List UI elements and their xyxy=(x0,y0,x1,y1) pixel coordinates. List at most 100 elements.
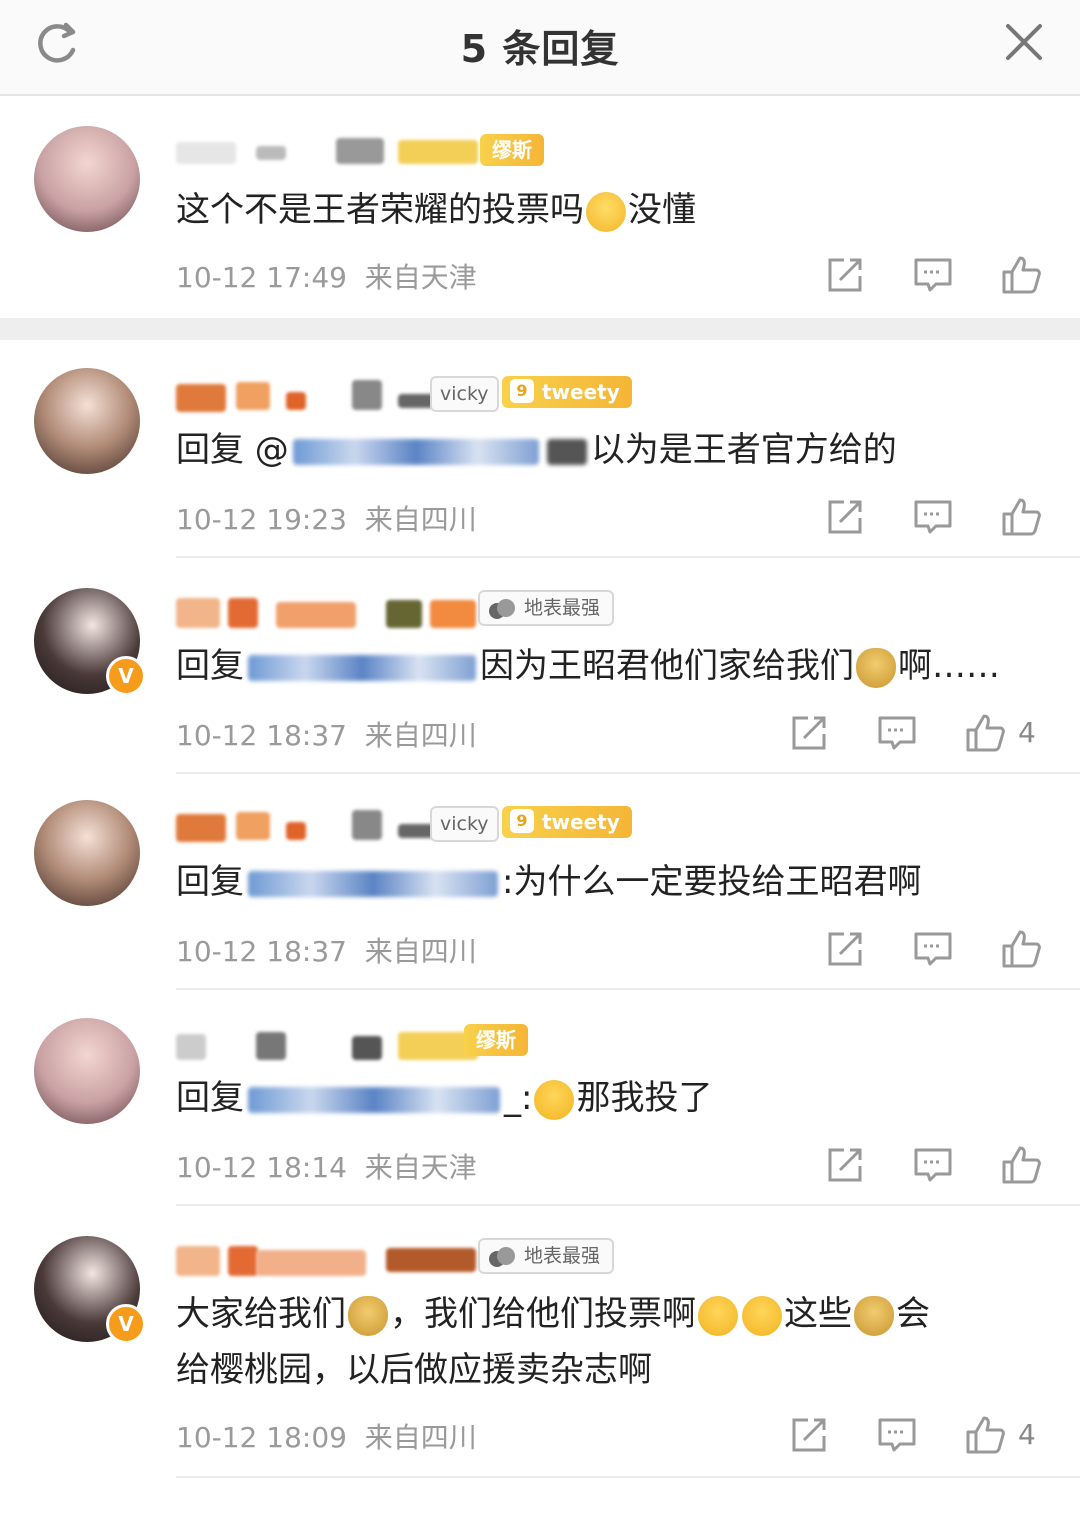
reply-item: V 地表最强 大家给我们 ，我们给他们投票啊 这些会 给樱桃园，以后做应援卖杂志啊 … xyxy=(0,1206,1080,1486)
timestamp: 10-12 18:37 xyxy=(176,719,347,752)
comment-icon[interactable] xyxy=(912,1144,954,1186)
comment-text: 回复:为什么一定要投给王昭君啊 xyxy=(176,862,922,902)
action-bar: 4 xyxy=(788,1414,1044,1458)
timestamp: 10-12 18:37 xyxy=(176,935,347,968)
badge-label: 地表最强 xyxy=(524,597,601,619)
location: 来自四川 xyxy=(364,1421,477,1454)
mention-link-blurred[interactable] xyxy=(292,438,539,465)
badge-label: tweety xyxy=(542,810,620,834)
reply-prefix: 回复 xyxy=(176,1078,244,1118)
root-comment: 缪斯 这个不是王者荣耀的投票吗 没懂 10-12 17:49 来自天津 xyxy=(0,96,1080,318)
crying-emoji-icon xyxy=(698,1295,738,1336)
comment-text: 大家给我们 ，我们给他们投票啊 这些会 给樱桃园，以后做应援卖杂志啊 xyxy=(176,1286,1040,1398)
comment-text: 回复 _: 那我投了 xyxy=(176,1078,713,1120)
thumbs-up-icon[interactable] xyxy=(1000,496,1042,538)
comment-meta: 10-12 17:49 来自天津 xyxy=(176,256,477,296)
comment-icon[interactable] xyxy=(876,1414,918,1456)
fan-badge: 地表最强 xyxy=(478,590,615,626)
timestamp: 10-12 18:14 xyxy=(176,1151,347,1184)
comment-text: 这个不是王者荣耀的投票吗 没懂 xyxy=(176,190,696,232)
cloud-icon xyxy=(489,599,515,619)
timestamp: 10-12 19:23 xyxy=(176,503,347,536)
comment-text-line2: 给樱桃园，以后做应援卖杂志啊 xyxy=(176,1350,652,1390)
comment-meta: 10-12 18:37 来自四川 xyxy=(176,930,477,970)
action-bar xyxy=(824,254,1044,298)
comment-meta: 10-12 18:14 来自天津 xyxy=(176,1146,477,1186)
badge-label: tweety xyxy=(542,380,620,404)
fan-badge: 地表最强 xyxy=(478,1238,615,1274)
username-blurred[interactable] xyxy=(176,808,436,844)
share-icon[interactable] xyxy=(824,1144,866,1186)
username-blurred[interactable] xyxy=(176,1240,476,1276)
avatar[interactable] xyxy=(34,368,140,474)
money-bag-emoji-icon xyxy=(854,1295,894,1336)
share-icon[interactable] xyxy=(788,712,830,754)
close-icon[interactable] xyxy=(1002,20,1046,64)
like-count: 4 xyxy=(1018,716,1036,749)
mention-link-blurred[interactable] xyxy=(248,654,476,681)
thumbs-up-icon[interactable] xyxy=(964,1414,1006,1456)
avatar[interactable] xyxy=(34,1018,140,1124)
comment-icon[interactable] xyxy=(876,712,918,754)
location: 来自四川 xyxy=(364,503,477,536)
fan-badge: 9 tweety xyxy=(502,376,632,408)
reply-prefix: 回复 xyxy=(176,862,244,902)
thumbs-up-icon[interactable] xyxy=(1000,254,1042,296)
comment-icon[interactable] xyxy=(912,928,954,970)
thumbs-up-icon[interactable] xyxy=(1000,1144,1042,1186)
reply-prefix: 回复 @ xyxy=(176,430,289,470)
name-tag: vicky xyxy=(430,806,499,842)
reply-item: 缪斯 回复 _: 那我投了 10-12 18:14 来自天津 xyxy=(0,990,1080,1206)
crying-emoji-icon xyxy=(742,1295,782,1336)
fan-badge: 缪斯 xyxy=(464,1024,528,1056)
badge-label: 地表最强 xyxy=(524,1245,601,1267)
action-bar: 4 xyxy=(788,712,1044,756)
reply-prefix: 回复 xyxy=(176,646,244,686)
fan-badge: 9 tweety xyxy=(502,806,632,838)
reply-sheet-header: 5 条回复 xyxy=(0,0,1080,96)
comment-meta: 10-12 19:23 来自四川 xyxy=(176,498,477,538)
thumbs-up-icon[interactable] xyxy=(1000,928,1042,970)
comment-text: 回复 @ 以为是王者官方给的 xyxy=(176,430,897,470)
fan-badge: 缪斯 xyxy=(480,134,544,166)
username-blurred[interactable] xyxy=(176,1026,478,1062)
share-icon[interactable] xyxy=(788,1414,830,1456)
money-bag-emoji-icon xyxy=(348,1295,388,1336)
location: 来自四川 xyxy=(364,935,477,968)
username-blurred[interactable] xyxy=(176,378,436,414)
badge-level: 9 xyxy=(510,809,534,833)
share-icon[interactable] xyxy=(824,254,866,296)
mention-link-blurred[interactable] xyxy=(248,870,498,897)
name-tag: vicky xyxy=(430,376,499,412)
badge-level: 9 xyxy=(510,379,534,403)
location: 来自天津 xyxy=(364,261,477,294)
share-icon[interactable] xyxy=(824,496,866,538)
crying-emoji-icon xyxy=(534,1079,575,1120)
avatar[interactable] xyxy=(34,126,140,232)
verified-badge-icon: V xyxy=(106,656,146,696)
action-bar xyxy=(824,496,1044,540)
money-bag-emoji-icon xyxy=(856,647,896,688)
avatar[interactable] xyxy=(34,800,140,906)
share-icon[interactable] xyxy=(824,928,866,970)
username-blurred[interactable] xyxy=(176,592,476,628)
timestamp: 10-12 17:49 xyxy=(176,261,347,294)
timestamp: 10-12 18:09 xyxy=(176,1421,347,1454)
comment-text: 回复 因为王昭君他们家给我们 啊…… xyxy=(176,646,1000,688)
action-bar xyxy=(824,928,1044,972)
location: 来自天津 xyxy=(364,1151,477,1184)
reply-item: vicky 9 tweety 回复:为什么一定要投给王昭君啊 10-12 18:3… xyxy=(0,774,1080,990)
action-bar xyxy=(824,1144,1044,1188)
mention-link-blurred[interactable] xyxy=(248,1086,500,1113)
cloud-icon xyxy=(489,1247,515,1267)
verified-badge-icon: V xyxy=(106,1304,146,1344)
thumbs-up-icon[interactable] xyxy=(964,712,1006,754)
like-count: 4 xyxy=(1018,1418,1036,1451)
laugh-cry-emoji-icon xyxy=(586,191,626,232)
comment-icon[interactable] xyxy=(912,254,954,296)
divider xyxy=(176,1476,1080,1478)
comment-icon[interactable] xyxy=(912,496,954,538)
reply-item: V 地表最强 回复 因为王昭君他们家给我们 啊…… 10-12 18:37 来自四川… xyxy=(0,558,1080,774)
location: 来自四川 xyxy=(364,719,477,752)
comment-meta: 10-12 18:09 来自四川 xyxy=(176,1416,477,1456)
